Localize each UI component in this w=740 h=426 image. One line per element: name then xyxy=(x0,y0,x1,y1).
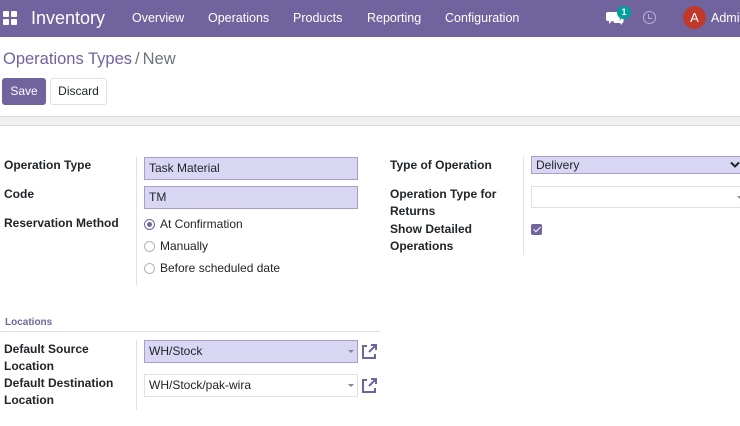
menu-products[interactable]: Products xyxy=(293,11,342,25)
breadcrumb: Operations Types / New xyxy=(3,49,176,69)
show-detailed-label-line1: Show Detailed xyxy=(390,222,473,236)
destination-location-label-line1: Default Destination xyxy=(4,376,114,390)
radio-label: Before scheduled date xyxy=(160,261,281,275)
source-location-value: WH/Stock xyxy=(149,344,203,358)
top-navbar: Inventory Overview Operations Products R… xyxy=(0,0,740,37)
locations-section-title: Locations xyxy=(5,317,53,328)
group-divider xyxy=(136,340,137,410)
source-location-label-line2: Location xyxy=(4,359,54,373)
radio-unchecked-icon[interactable] xyxy=(144,263,155,274)
return-type-label-line2: Returns xyxy=(390,204,436,218)
breadcrumb-parent[interactable]: Operations Types xyxy=(3,50,132,68)
menu-configuration[interactable]: Configuration xyxy=(445,11,519,25)
activity-clock-icon[interactable] xyxy=(643,11,656,24)
breadcrumb-current: New xyxy=(142,50,176,68)
return-type-input[interactable] xyxy=(531,186,740,208)
radio-label: At Confirmation xyxy=(160,217,243,231)
messages-badge: 1 xyxy=(617,6,631,19)
caret-down-icon xyxy=(348,384,354,387)
radio-checked-icon[interactable] xyxy=(144,219,155,230)
source-location-label-line1: Default Source xyxy=(4,342,89,356)
show-detailed-label-line2: Operations xyxy=(390,239,454,253)
type-of-operation-value: Delivery xyxy=(536,158,580,172)
radio-label: Manually xyxy=(160,239,209,253)
form-sheet-divider xyxy=(0,116,740,126)
user-name[interactable]: Admin xyxy=(711,11,740,25)
operation-type-label: Operation Type xyxy=(4,158,92,172)
apps-menu-icon[interactable] xyxy=(3,11,17,25)
group-divider xyxy=(523,157,524,255)
external-link-icon[interactable] xyxy=(360,377,378,395)
avatar[interactable]: A xyxy=(683,6,706,29)
return-type-label-line1: Operation Type for xyxy=(390,187,497,201)
source-location-input[interactable]: WH/Stock xyxy=(144,340,358,363)
section-divider xyxy=(0,331,380,332)
destination-location-input[interactable]: WH/Stock/pak-wira xyxy=(144,374,358,397)
menu-overview[interactable]: Overview xyxy=(132,11,184,25)
type-of-operation-label: Type of Operation xyxy=(390,158,492,172)
caret-down-icon xyxy=(348,350,354,353)
code-input[interactable]: TM xyxy=(144,186,358,209)
breadcrumb-separator: / xyxy=(135,50,140,68)
discard-button[interactable]: Discard xyxy=(50,78,107,105)
external-link-icon[interactable] xyxy=(360,343,378,361)
operation-type-input[interactable]: Task Material xyxy=(144,157,358,180)
menu-operations[interactable]: Operations xyxy=(208,11,269,25)
destination-location-value: WH/Stock/pak-wira xyxy=(149,378,252,392)
type-of-operation-select[interactable]: Delivery xyxy=(531,156,740,174)
group-divider xyxy=(136,157,137,285)
destination-location-label-line2: Location xyxy=(4,393,54,407)
reservation-method-label: Reservation Method xyxy=(4,216,119,230)
code-label: Code xyxy=(4,187,34,201)
app-title[interactable]: Inventory xyxy=(31,7,105,29)
chevron-down-icon xyxy=(730,161,740,168)
show-detailed-checkbox[interactable] xyxy=(531,224,542,235)
menu-reporting[interactable]: Reporting xyxy=(367,11,421,25)
save-button[interactable]: Save xyxy=(2,78,46,105)
radio-unchecked-icon[interactable] xyxy=(144,241,155,252)
